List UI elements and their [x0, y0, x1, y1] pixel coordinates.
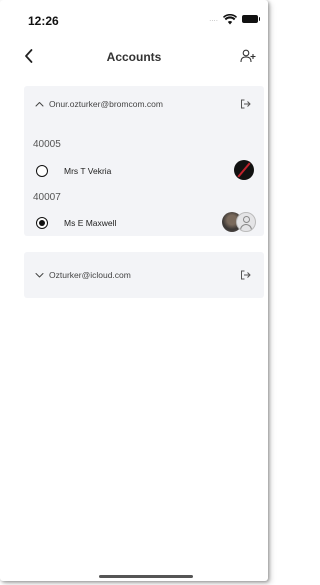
account-header[interactable]: Ozturker@icloud.com	[24, 252, 264, 298]
home-indicator[interactable]	[99, 575, 193, 578]
add-user-icon[interactable]	[240, 49, 256, 63]
group-id: 40005	[33, 139, 61, 150]
red-stroke-avatar-icon	[234, 160, 254, 180]
battery-icon	[242, 15, 260, 23]
student-row[interactable]: Mrs T Vekria	[24, 158, 264, 184]
radio-button[interactable]	[36, 165, 48, 177]
chevron-down-icon[interactable]	[35, 272, 44, 278]
radio-button-selected[interactable]	[36, 217, 48, 229]
navigation-bar: Accounts	[0, 44, 268, 70]
account-email: Onur.ozturker@bromcom.com	[49, 99, 163, 109]
logout-icon[interactable]	[240, 270, 251, 280]
status-bar: 12:26 ....	[0, 0, 268, 34]
placeholder-avatar-icon	[236, 212, 256, 232]
account-header[interactable]: Onur.ozturker@bromcom.com	[24, 86, 264, 122]
group-id: 40007	[33, 192, 61, 203]
student-row[interactable]: Ms E Maxwell	[24, 210, 264, 236]
account-card: Ozturker@icloud.com	[24, 252, 264, 298]
logout-icon[interactable]	[240, 99, 251, 109]
account-email: Ozturker@icloud.com	[49, 270, 131, 280]
wifi-icon	[223, 13, 237, 24]
student-name: Ms E Maxwell	[64, 218, 117, 228]
signal-icon: ....	[209, 14, 218, 23]
status-indicators: ....	[209, 13, 260, 25]
device-screen: 12:26 .... Accounts Onur.ozturker@bromco…	[0, 0, 268, 581]
account-card: Onur.ozturker@bromcom.com 40005 Mrs T Ve…	[24, 86, 264, 236]
page-title: Accounts	[106, 50, 162, 64]
status-time: 12:26	[28, 14, 59, 28]
chevron-up-icon[interactable]	[35, 101, 44, 107]
student-name: Mrs T Vekria	[64, 166, 112, 176]
